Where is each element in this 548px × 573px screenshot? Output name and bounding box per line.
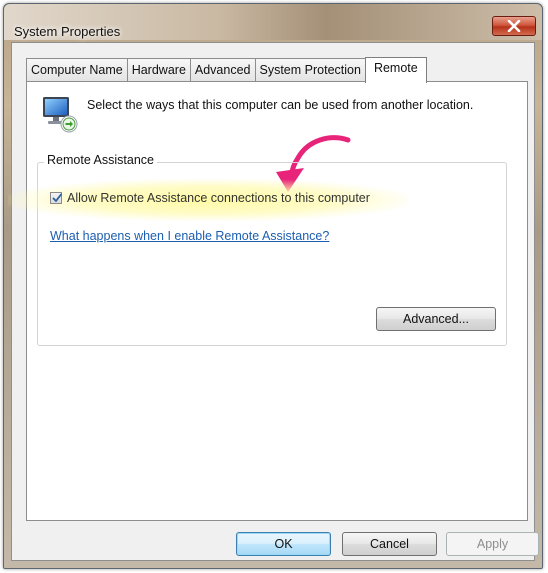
tab-advanced[interactable]: Advanced bbox=[189, 58, 256, 82]
computer-remote-icon bbox=[43, 97, 78, 133]
close-button[interactable] bbox=[492, 16, 536, 36]
intro-text: Select the ways that this computer can b… bbox=[87, 98, 474, 112]
title-bar[interactable]: System Properties bbox=[4, 4, 542, 40]
ok-button[interactable]: OK bbox=[236, 532, 331, 556]
tab-remote[interactable]: Remote bbox=[364, 57, 427, 83]
tab-computer-name[interactable]: Computer Name bbox=[26, 58, 128, 82]
advanced-button[interactable]: Advanced... bbox=[376, 307, 496, 331]
remote-assistance-group: Remote Assistance Allow Remote Assistanc… bbox=[8, 153, 507, 346]
group-label: Remote Assistance bbox=[44, 153, 157, 167]
remote-tab-panel: Select the ways that this computer can b… bbox=[8, 81, 528, 521]
tab-strip: Computer Name Hardware Advanced System P… bbox=[26, 57, 427, 83]
tab-hardware[interactable]: Hardware bbox=[126, 58, 191, 82]
tab-system-protection[interactable]: System Protection bbox=[254, 58, 366, 82]
checkmark-icon bbox=[52, 193, 62, 202]
checkbox-label: Allow Remote Assistance connections to t… bbox=[67, 191, 370, 205]
system-properties-window: System Properties Computer Name Hardware… bbox=[3, 3, 543, 569]
dialog-client-area: Computer Name Hardware Advanced System P… bbox=[8, 42, 539, 561]
apply-button[interactable]: Apply bbox=[446, 532, 539, 556]
cancel-button[interactable]: Cancel bbox=[342, 532, 437, 556]
allow-remote-assistance-row[interactable]: Allow Remote Assistance connections to t… bbox=[50, 191, 370, 205]
window-title: System Properties bbox=[14, 24, 121, 39]
allow-remote-assistance-checkbox[interactable] bbox=[50, 192, 62, 204]
remote-assistance-help-link[interactable]: What happens when I enable Remote Assist… bbox=[50, 229, 329, 243]
close-icon bbox=[507, 20, 521, 32]
